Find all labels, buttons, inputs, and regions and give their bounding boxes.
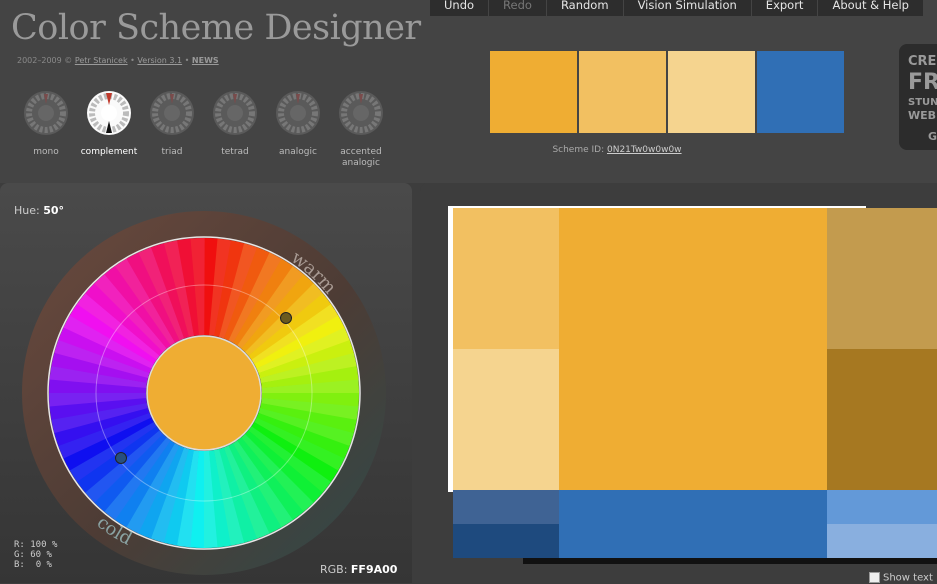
tetrad-dial-icon (213, 91, 257, 135)
scheme-id-label: Scheme ID: (552, 145, 605, 155)
swatch-primary-lighter[interactable] (668, 51, 755, 133)
mono-dial-icon (24, 91, 68, 135)
ad-line: FR (908, 70, 937, 95)
ad-line: CRE (908, 54, 937, 69)
swatch-primary[interactable] (490, 51, 577, 133)
show-text-label: Show text (883, 572, 933, 584)
menu-vision-simulation[interactable]: Vision Simulation (624, 0, 752, 16)
triad-dial-icon (150, 91, 194, 135)
app-subtitle: 2002–2009 © Petr Stanicek • Version 3.1 … (17, 56, 219, 65)
b-value: 0 % (35, 560, 52, 570)
news-link[interactable]: NEWS (192, 56, 219, 65)
r-label: R: (14, 540, 25, 550)
preview-complement-light[interactable] (827, 490, 937, 524)
scheme-swatches (490, 51, 844, 133)
preview-complement-dark[interactable] (453, 490, 559, 524)
preview-complement-lighter[interactable] (827, 524, 937, 558)
ad-banner[interactable]: CRE FR STUN WEB G (899, 44, 937, 150)
swatch-primary-light[interactable] (579, 51, 666, 133)
ad-line: G (928, 130, 937, 143)
author-link[interactable]: Petr Stanicek (75, 56, 128, 65)
accented-analogic-dial-icon (339, 91, 383, 135)
preview-complement-darker[interactable] (453, 524, 559, 558)
g-label: G: (14, 550, 25, 560)
rgb-hex-value: FF9A00 (350, 563, 398, 576)
selected-color-disc (146, 335, 262, 451)
main-menu: Undo Redo Random Vision Simulation Expor… (430, 0, 924, 16)
menu-export[interactable]: Export (752, 0, 819, 16)
preview-primary-lighter[interactable] (453, 349, 559, 490)
preview-primary-light[interactable] (453, 208, 559, 349)
color-wheel[interactable]: warm cold (17, 206, 391, 580)
menu-undo[interactable]: Undo (430, 0, 490, 16)
ad-line: WEB (908, 109, 937, 122)
complement-hue-handle[interactable] (115, 452, 127, 464)
r-value: 100 % (30, 540, 58, 550)
header: Color Scheme Designer 2002–2009 © Petr S… (0, 0, 937, 183)
preview-primary-dark[interactable] (827, 208, 937, 349)
analogic-dial-icon (276, 91, 320, 135)
b-label: B: (14, 560, 25, 570)
version-link[interactable]: Version 3.1 (137, 56, 182, 65)
scheme-id-line: Scheme ID: 0N21Tw0w0w0w (0, 145, 937, 155)
mode-accented-analogic[interactable]: accented analogic (331, 90, 391, 169)
scheme-id-link[interactable]: 0N21Tw0w0w0w (607, 145, 682, 155)
swatch-complement[interactable] (757, 51, 844, 133)
rgb-percent-readout: R: 100 % G: 60 % B: 0 % (14, 540, 57, 570)
menu-random[interactable]: Random (547, 0, 624, 16)
show-text-option: Show text (869, 572, 933, 584)
show-text-checkbox[interactable] (869, 572, 880, 583)
rgb-hex-readout: RGB: FF9A00 (320, 563, 397, 576)
complement-dial-icon (87, 91, 131, 135)
preview-complement[interactable] (559, 490, 827, 558)
preview-primary-darker[interactable] (827, 349, 937, 490)
rgb-hex-label: RGB: (320, 563, 348, 576)
menu-redo[interactable]: Redo (489, 0, 547, 16)
app-title: Color Scheme Designer (11, 8, 421, 48)
copyright-years: 2002–2009 © (17, 56, 73, 65)
primary-hue-handle[interactable] (280, 312, 292, 324)
preview-primary[interactable] (559, 208, 827, 490)
ad-line: STUN (908, 97, 937, 108)
g-value: 60 % (30, 550, 52, 560)
preview-shadow (523, 558, 937, 564)
menu-about-help[interactable]: About & Help (818, 0, 924, 16)
